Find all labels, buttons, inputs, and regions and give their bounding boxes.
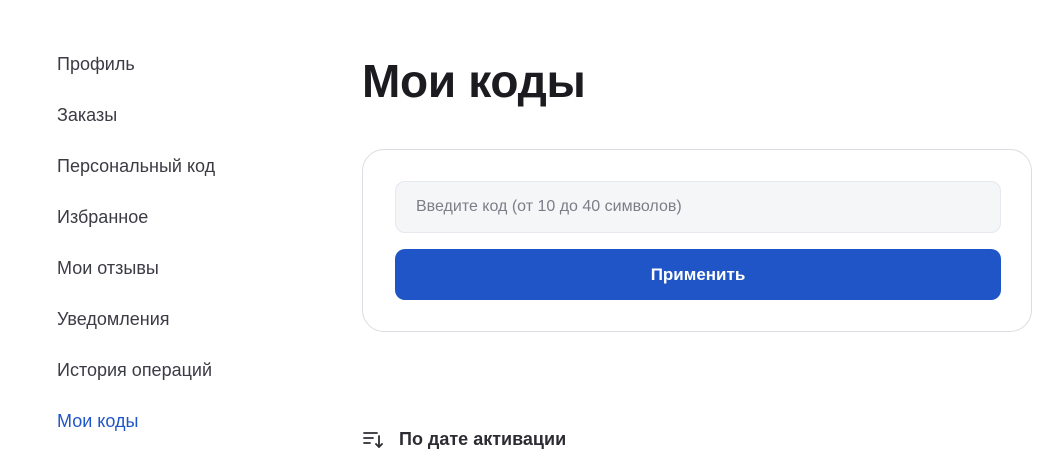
- sidebar-item-profile[interactable]: Профиль: [57, 51, 297, 102]
- sort-label: По дате активации: [399, 428, 567, 449]
- sidebar-item-my-reviews[interactable]: Мои отзывы: [57, 255, 297, 306]
- sidebar-item-favorites[interactable]: Избранное: [57, 204, 297, 255]
- page: Профиль Заказы Персональный код Избранно…: [0, 0, 1061, 465]
- sidebar-item-operation-history[interactable]: История операций: [57, 357, 297, 408]
- code-entry-card: Применить: [362, 149, 1032, 332]
- sidebar-item-personal-code[interactable]: Персональный код: [57, 153, 297, 204]
- sort-control[interactable]: По дате активации: [362, 426, 566, 452]
- sort-icon: [362, 428, 384, 450]
- sidebar-item-orders[interactable]: Заказы: [57, 102, 297, 153]
- code-input[interactable]: [395, 181, 1001, 233]
- apply-button[interactable]: Применить: [395, 249, 1001, 300]
- sidebar: Профиль Заказы Персональный код Избранно…: [57, 51, 297, 459]
- page-title: Мои коды: [362, 55, 586, 107]
- sidebar-item-notifications[interactable]: Уведомления: [57, 306, 297, 357]
- sidebar-item-my-codes[interactable]: Мои коды: [57, 408, 297, 459]
